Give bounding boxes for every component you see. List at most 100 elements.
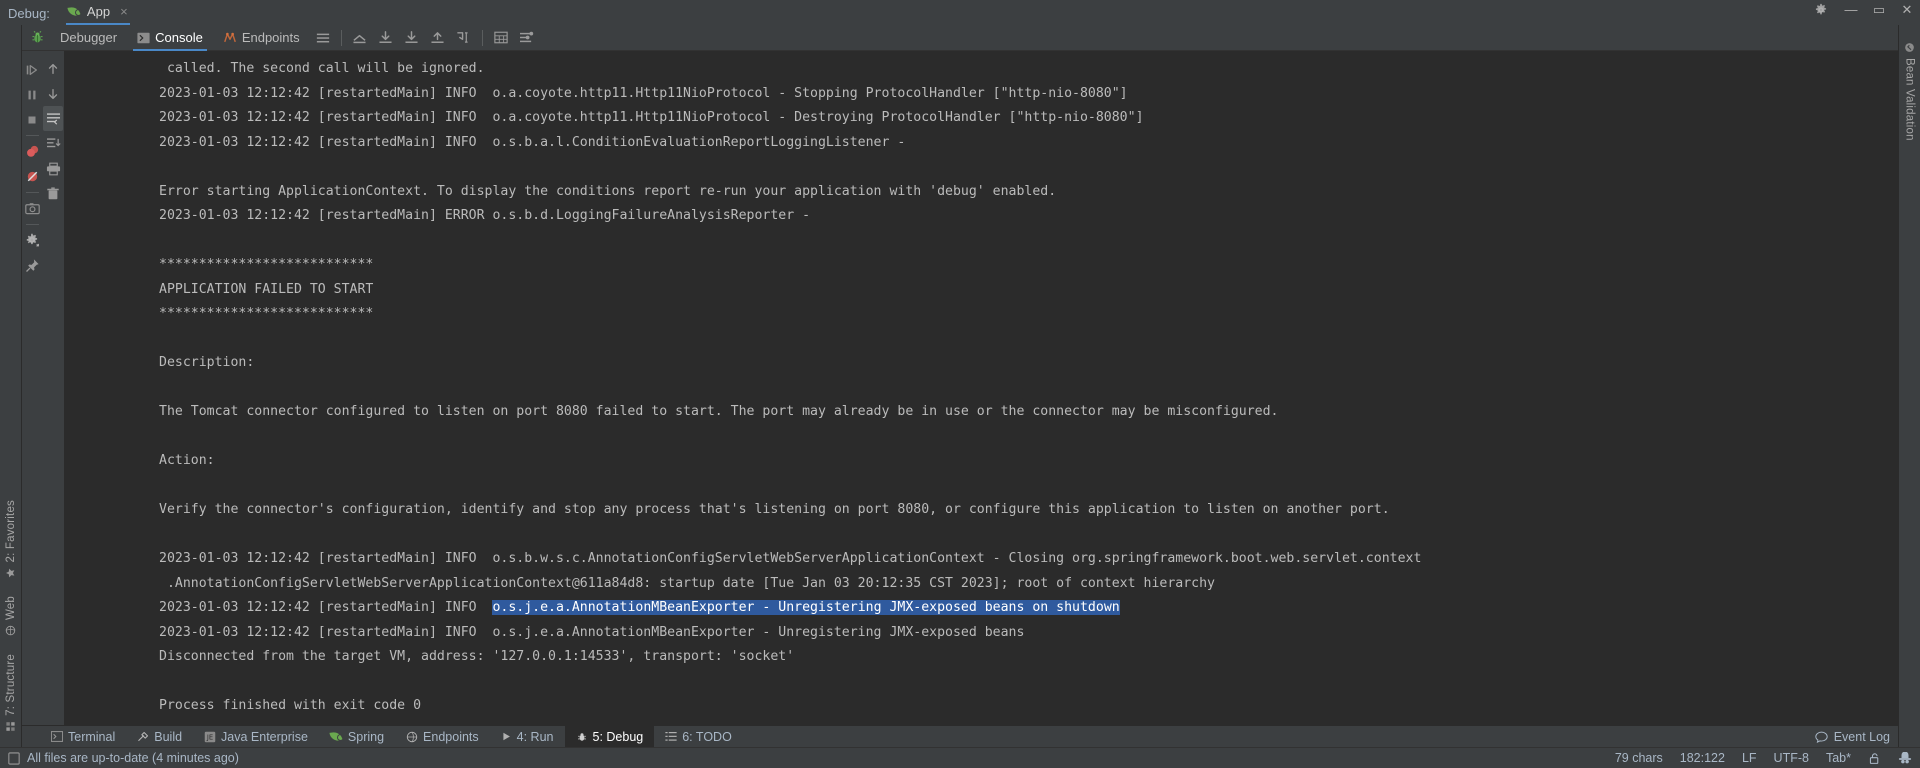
status-chars: 79 chars xyxy=(1614,751,1663,765)
minimize-button[interactable]: — xyxy=(1842,2,1860,18)
console-line: 2023-01-03 12:12:42 [restartedMain] INFO… xyxy=(159,624,1025,640)
status-encoding[interactable]: UTF-8 xyxy=(1774,751,1809,765)
resume-program-icon[interactable] xyxy=(22,57,42,82)
console-line: Process finished with exit code 0 xyxy=(159,698,422,713)
clear-all-icon[interactable] xyxy=(43,181,63,206)
java-enterprise-icon: JE xyxy=(204,731,216,743)
close-button[interactable]: ✕ xyxy=(1898,2,1916,18)
console-line: 2023-01-03 12:12:42 [restartedMain] INFO… xyxy=(159,85,1128,101)
inspector-hat-icon[interactable] xyxy=(1898,751,1912,765)
run-play-icon xyxy=(501,731,512,742)
settings-list-icon[interactable] xyxy=(514,26,540,50)
sidebar-item-structure-label: 7: Structure xyxy=(4,654,17,716)
tool-window-debug[interactable]: 5: Debug xyxy=(564,725,655,748)
status-bar: All files are up-to-date (4 minutes ago)… xyxy=(0,747,1920,768)
tab-debugger[interactable]: Debugger xyxy=(50,25,127,51)
tool-window-java-enterprise-label: Java Enterprise xyxy=(221,729,308,744)
camera-icon[interactable] xyxy=(22,196,42,221)
pin-tab-icon[interactable] xyxy=(22,253,42,278)
mute-breakpoints-icon[interactable] xyxy=(347,26,373,50)
run-to-cursor-icon[interactable] xyxy=(451,26,477,50)
console-line: Verify the connector's configuration, id… xyxy=(159,502,1390,517)
tool-window-build[interactable]: Build xyxy=(126,726,193,748)
console-line: 2023-01-03 12:12:42 [restartedMain] ERRO… xyxy=(159,208,818,223)
tab-debugger-label: Debugger xyxy=(60,30,118,45)
tool-window-java-enterprise[interactable]: JE Java Enterprise xyxy=(193,726,319,748)
maximize-button[interactable]: ▭ xyxy=(1870,2,1888,18)
sidebar-item-web[interactable]: Web xyxy=(5,587,17,645)
bug-icon xyxy=(24,26,50,50)
console-scrollbar[interactable] xyxy=(1888,51,1898,725)
status-line-separator[interactable]: LF xyxy=(1742,751,1757,765)
unlocked-icon[interactable] xyxy=(1868,752,1881,765)
sidebar-item-structure[interactable]: 7: Structure xyxy=(5,645,17,741)
console-area: called. The second call will be ignored.… xyxy=(22,51,1898,725)
sidebar-item-bean-validation[interactable]: Bean Validation xyxy=(1904,33,1916,150)
terminal-icon xyxy=(51,731,63,742)
pause-program-icon[interactable] xyxy=(22,82,42,107)
endpoints-icon xyxy=(223,31,237,44)
sidebar-item-favorites[interactable]: 2: Favorites xyxy=(5,491,17,587)
event-log-button[interactable]: Event Log xyxy=(1815,730,1890,744)
print-icon[interactable] xyxy=(43,156,63,181)
layout-settings-icon[interactable] xyxy=(310,26,336,50)
debug-session-label: Debug: xyxy=(8,6,50,21)
soft-wrap-icon[interactable] xyxy=(43,106,63,131)
console-line: *************************** xyxy=(159,306,374,321)
tool-window-terminal-label: Terminal xyxy=(68,729,116,744)
scroll-down-icon[interactable] xyxy=(43,81,63,106)
view-breakpoints-icon[interactable] xyxy=(22,139,42,164)
tool-window-todo[interactable]: 6: TODO xyxy=(654,726,743,748)
todo-list-icon xyxy=(665,731,677,742)
stop-program-icon[interactable] xyxy=(22,107,42,132)
console-line: Action: xyxy=(159,453,215,468)
console-selected-text[interactable]: o.s.j.e.a.AnnotationMBeanExporter - Unre… xyxy=(492,600,1120,615)
debug-toolbar: Debugger Console Endpoints xyxy=(22,25,1898,51)
console-line: APPLICATION FAILED TO START xyxy=(159,281,374,297)
console-line: 2023-01-03 12:12:42 [restartedMain] INFO… xyxy=(159,110,1144,125)
settings-gear-icon[interactable] xyxy=(22,228,42,253)
tool-window-endpoints[interactable]: Endpoints xyxy=(395,726,490,748)
scroll-up-icon[interactable] xyxy=(43,56,63,81)
console-line: 2023-01-03 12:12:42 [restartedMain] INFO… xyxy=(159,134,914,150)
tool-window-terminal[interactable]: Terminal xyxy=(40,726,126,748)
console-actions-column xyxy=(42,51,64,725)
console-output[interactable]: called. The second call will be ignored.… xyxy=(64,51,1898,725)
file-icon xyxy=(8,751,20,765)
tool-window-endpoints-label: Endpoints xyxy=(423,729,479,744)
scroll-to-end-icon[interactable] xyxy=(43,131,63,156)
gear-icon[interactable] xyxy=(1814,3,1832,17)
event-log-icon xyxy=(1815,731,1828,743)
tool-window-spring-label: Spring xyxy=(347,729,385,744)
tool-window-run[interactable]: 4: Run xyxy=(490,726,565,748)
tool-window-spring[interactable]: Spring xyxy=(319,726,395,748)
sidebar-item-bean-validation-label: Bean Validation xyxy=(1903,58,1916,141)
tool-window-todo-label: 6: TODO xyxy=(682,729,732,744)
sidebar-item-web-label: Web xyxy=(4,596,17,621)
debug-session-tab-label: App xyxy=(86,4,111,19)
console-icon xyxy=(137,32,150,44)
status-indent[interactable]: Tab* xyxy=(1826,751,1851,765)
evaluate-expression-icon[interactable] xyxy=(488,26,514,50)
step-out-icon[interactable] xyxy=(425,26,451,50)
mute-breakpoints-icon[interactable] xyxy=(22,164,42,189)
debug-session-tab-app[interactable]: App × xyxy=(60,1,136,25)
tab-console[interactable]: Console xyxy=(127,25,213,51)
status-caret-position[interactable]: 182:122 xyxy=(1680,751,1725,765)
console-line: Disconnected from the target VM, address… xyxy=(159,649,795,664)
step-into-icon[interactable] xyxy=(399,26,425,50)
debug-tool-window: Debugger Console Endpoints called. The s… xyxy=(22,25,1898,748)
step-over-icon[interactable] xyxy=(373,26,399,50)
tab-endpoints[interactable]: Endpoints xyxy=(213,25,310,51)
close-icon[interactable]: × xyxy=(120,4,128,19)
globe-icon xyxy=(5,625,16,636)
tab-endpoints-label: Endpoints xyxy=(241,30,300,45)
endpoints-globe-icon xyxy=(406,731,418,743)
debug-actions-column xyxy=(22,51,42,725)
star-icon xyxy=(5,567,16,578)
